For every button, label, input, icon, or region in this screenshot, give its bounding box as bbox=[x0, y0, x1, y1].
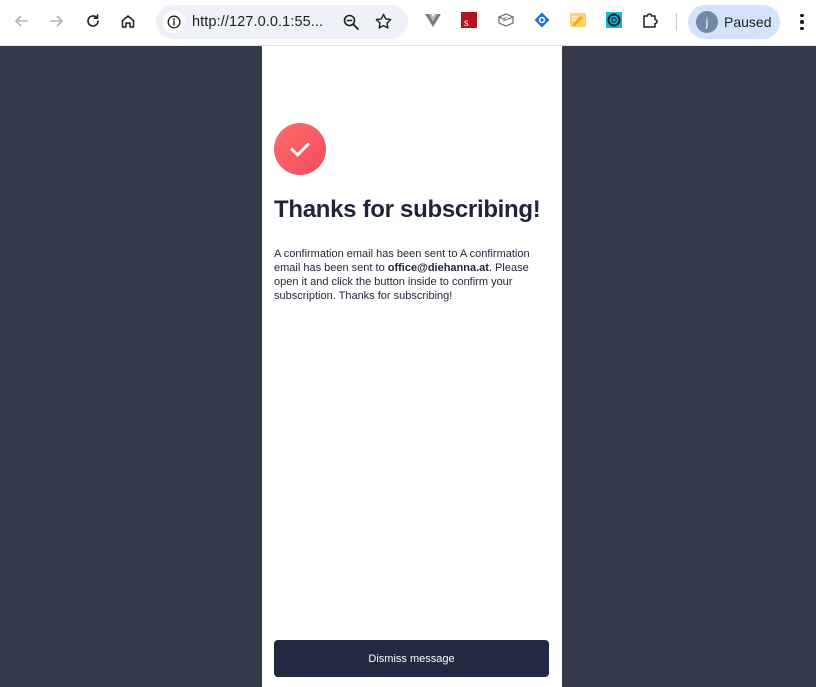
reader-extension-icon[interactable] bbox=[497, 11, 515, 29]
notes-extension-icon[interactable] bbox=[569, 11, 587, 29]
bookmark-star-icon[interactable] bbox=[374, 12, 393, 36]
browser-toolbar: http://127.0.0.1:55... s j Paused bbox=[0, 0, 816, 46]
profile-status: Paused bbox=[724, 14, 772, 30]
toolbar-divider bbox=[676, 13, 677, 31]
more-menu-icon[interactable] bbox=[791, 10, 813, 34]
s-extension-icon[interactable]: s bbox=[460, 11, 478, 29]
svg-text:s: s bbox=[464, 15, 469, 29]
back-button[interactable] bbox=[6, 6, 36, 36]
avatar: j bbox=[696, 11, 718, 33]
home-button[interactable] bbox=[113, 6, 143, 36]
dismiss-button[interactable]: Dismiss message bbox=[274, 640, 549, 677]
home-icon bbox=[121, 15, 135, 28]
forward-button[interactable] bbox=[42, 6, 72, 36]
profile-button[interactable]: j Paused bbox=[688, 5, 780, 39]
vue-devtools-icon[interactable] bbox=[424, 11, 442, 29]
address-bar[interactable]: http://127.0.0.1:55... bbox=[156, 5, 408, 39]
arrow-left-icon bbox=[15, 15, 28, 27]
reload-icon bbox=[87, 14, 99, 27]
site-info-icon[interactable] bbox=[163, 11, 185, 33]
confirmation-message: A confirmation email has been sent to A … bbox=[274, 247, 554, 303]
success-check-icon bbox=[274, 123, 326, 175]
reload-button[interactable] bbox=[78, 6, 108, 36]
blue-diamond-extension-icon[interactable] bbox=[533, 11, 551, 29]
url-text[interactable]: http://127.0.0.1:55... bbox=[192, 14, 323, 30]
page-title: Thanks for subscribing! bbox=[274, 196, 541, 223]
zoom-icon[interactable] bbox=[342, 13, 360, 36]
lifebuoy-extension-icon[interactable] bbox=[605, 11, 623, 29]
puzzle-extensions-icon[interactable] bbox=[641, 11, 659, 29]
email-address: office@diehanna.at bbox=[387, 262, 489, 274]
subscription-confirmation-panel: Thanks for subscribing! A confirmation e… bbox=[262, 46, 562, 687]
arrow-right-icon bbox=[50, 15, 63, 27]
